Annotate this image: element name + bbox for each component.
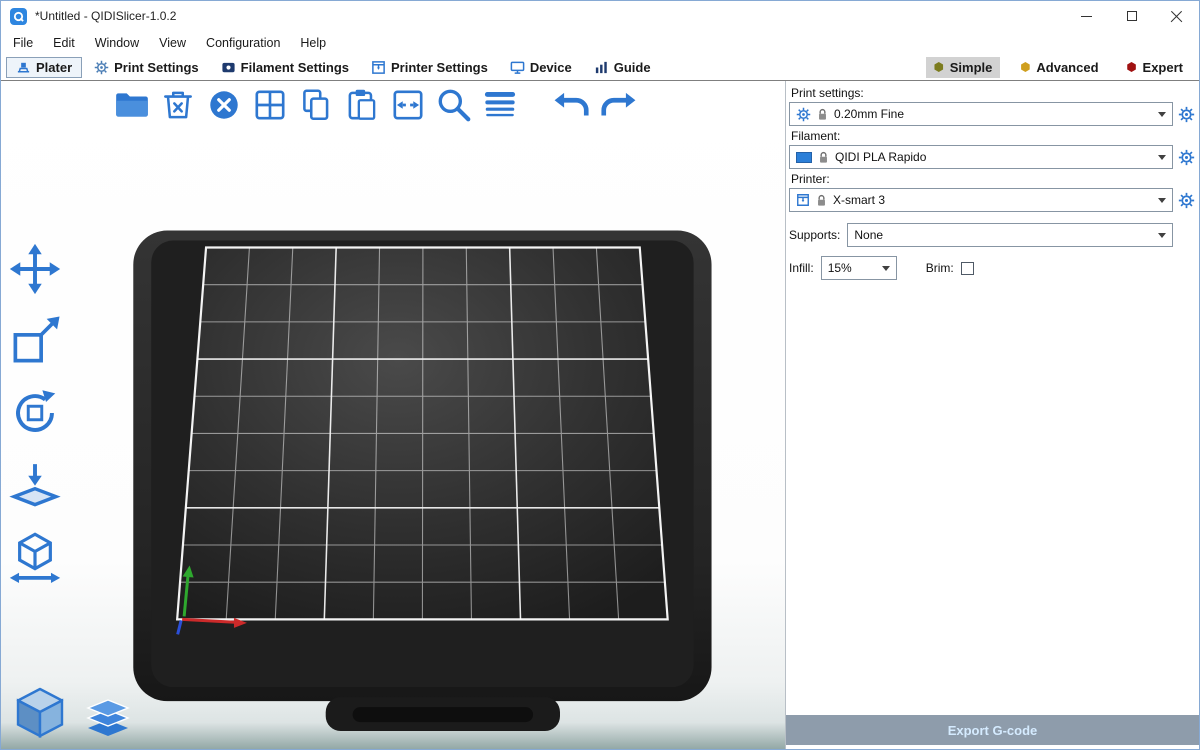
gear-icon bbox=[94, 60, 109, 75]
mode-switcher: Simple Advanced Expert bbox=[926, 57, 1191, 78]
brim-label: Brim: bbox=[926, 261, 954, 275]
tab-label: Device bbox=[530, 60, 572, 75]
open-icon[interactable] bbox=[113, 86, 151, 124]
3d-editor-icon[interactable] bbox=[11, 684, 69, 742]
lock-icon bbox=[817, 108, 828, 121]
infill-label: Infill: bbox=[789, 261, 814, 275]
arrange-icon[interactable] bbox=[251, 86, 289, 124]
menu-item-file[interactable]: File bbox=[3, 33, 43, 53]
delete-all-icon[interactable] bbox=[205, 86, 243, 124]
filament-color-swatch bbox=[796, 152, 812, 163]
advanced-mode-dot-icon bbox=[1020, 62, 1030, 72]
chevron-down-icon bbox=[1158, 233, 1166, 238]
maximize-button-icon[interactable] bbox=[1109, 1, 1154, 31]
expert-mode-dot-icon bbox=[1127, 62, 1137, 72]
chevron-down-icon bbox=[1158, 198, 1166, 203]
tab-bar: Plater Print Settings Filament Settings … bbox=[1, 54, 1199, 81]
menu-item-window[interactable]: Window bbox=[85, 33, 149, 53]
guide-icon bbox=[594, 60, 609, 75]
mode-label: Simple bbox=[950, 60, 993, 75]
rotate-icon[interactable] bbox=[7, 385, 63, 441]
chevron-down-icon bbox=[882, 266, 890, 271]
supports-select[interactable]: None bbox=[847, 223, 1173, 247]
plater-icon bbox=[16, 60, 31, 75]
title-bar: *Untitled - QIDISlicer-1.0.2 bbox=[1, 1, 1199, 31]
infill-value: 15% bbox=[828, 261, 852, 275]
copy-icon[interactable] bbox=[297, 86, 335, 124]
chevron-down-icon bbox=[1158, 155, 1166, 160]
mode-advanced[interactable]: Advanced bbox=[1012, 57, 1106, 78]
device-icon bbox=[510, 60, 525, 75]
infill-select[interactable]: 15% bbox=[821, 256, 897, 280]
move-icon[interactable] bbox=[7, 241, 63, 297]
tab-label: Printer Settings bbox=[391, 60, 488, 75]
split-icon[interactable] bbox=[389, 86, 427, 124]
supports-label: Supports: bbox=[789, 228, 840, 242]
settings-sidebar: Print settings: 0.20mm Fine Filament: QI… bbox=[785, 81, 1199, 749]
minimize-button-icon[interactable] bbox=[1064, 1, 1109, 31]
print-settings-select[interactable]: 0.20mm Fine bbox=[789, 102, 1173, 126]
close-button-icon[interactable] bbox=[1154, 1, 1199, 31]
cut-icon[interactable] bbox=[7, 529, 63, 585]
printer-select[interactable]: X-smart 3 bbox=[789, 188, 1173, 212]
menu-item-edit[interactable]: Edit bbox=[43, 33, 85, 53]
tab-label: Guide bbox=[614, 60, 651, 75]
place-on-face-icon[interactable] bbox=[7, 457, 63, 513]
printer-icon bbox=[796, 193, 810, 207]
scale-icon[interactable] bbox=[7, 313, 63, 369]
mode-expert[interactable]: Expert bbox=[1119, 57, 1191, 78]
tab-label: Filament Settings bbox=[241, 60, 349, 75]
chevron-down-icon bbox=[1158, 112, 1166, 117]
undo-icon[interactable] bbox=[553, 86, 591, 124]
tab-label: Print Settings bbox=[114, 60, 199, 75]
edit-printer-gear-icon[interactable] bbox=[1178, 192, 1195, 209]
menu-item-help[interactable]: Help bbox=[290, 33, 336, 53]
mode-simple[interactable]: Simple bbox=[926, 57, 1001, 78]
gear-icon bbox=[796, 107, 811, 122]
variable-layer-height-icon[interactable] bbox=[481, 86, 519, 124]
lock-icon bbox=[816, 194, 827, 207]
simple-mode-dot-icon bbox=[934, 62, 944, 72]
menu-item-view[interactable]: View bbox=[149, 33, 196, 53]
tab-guide[interactable]: Guide bbox=[584, 57, 661, 78]
paste-icon[interactable] bbox=[343, 86, 381, 124]
filament-label: Filament: bbox=[791, 129, 1195, 143]
3d-viewport[interactable] bbox=[1, 81, 785, 749]
app-window: *Untitled - QIDISlicer-1.0.2 File Edit W… bbox=[0, 0, 1200, 750]
brim-checkbox[interactable] bbox=[961, 262, 974, 275]
export-gcode-button[interactable]: Export G-code bbox=[786, 715, 1199, 745]
edit-filament-gear-icon[interactable] bbox=[1178, 149, 1195, 166]
printer-value: X-smart 3 bbox=[833, 193, 885, 207]
view-toggle-bar bbox=[11, 684, 132, 742]
mode-label: Expert bbox=[1143, 60, 1183, 75]
filament-select[interactable]: QIDI PLA Rapido bbox=[789, 145, 1173, 169]
mode-label: Advanced bbox=[1036, 60, 1098, 75]
tab-filament-settings[interactable]: Filament Settings bbox=[211, 57, 359, 78]
print-settings-value: 0.20mm Fine bbox=[834, 107, 904, 121]
tab-device[interactable]: Device bbox=[500, 57, 582, 78]
menu-bar: File Edit Window View Configuration Help bbox=[1, 31, 1199, 54]
menu-item-configuration[interactable]: Configuration bbox=[196, 33, 290, 53]
tab-print-settings[interactable]: Print Settings bbox=[84, 57, 209, 78]
edit-print-settings-gear-icon[interactable] bbox=[1178, 106, 1195, 123]
plater-toolbar bbox=[113, 86, 637, 124]
gizmo-toolbar bbox=[7, 241, 63, 585]
filament-value: QIDI PLA Rapido bbox=[835, 150, 926, 164]
tab-plater[interactable]: Plater bbox=[6, 57, 82, 78]
search-icon[interactable] bbox=[435, 86, 473, 124]
filament-icon bbox=[221, 60, 236, 75]
tab-printer-settings[interactable]: Printer Settings bbox=[361, 57, 498, 78]
print-settings-label: Print settings: bbox=[791, 86, 1195, 100]
build-plate-3d-scene[interactable] bbox=[1, 81, 785, 749]
printer-label: Printer: bbox=[791, 172, 1195, 186]
supports-value: None bbox=[854, 228, 883, 242]
delete-icon[interactable] bbox=[159, 86, 197, 124]
preview-icon[interactable] bbox=[84, 694, 132, 742]
lock-icon bbox=[818, 151, 829, 164]
printer-icon bbox=[371, 60, 386, 75]
tab-label: Plater bbox=[36, 60, 72, 75]
window-title: *Untitled - QIDISlicer-1.0.2 bbox=[35, 9, 176, 23]
redo-icon[interactable] bbox=[599, 86, 637, 124]
app-logo-icon bbox=[10, 8, 27, 25]
